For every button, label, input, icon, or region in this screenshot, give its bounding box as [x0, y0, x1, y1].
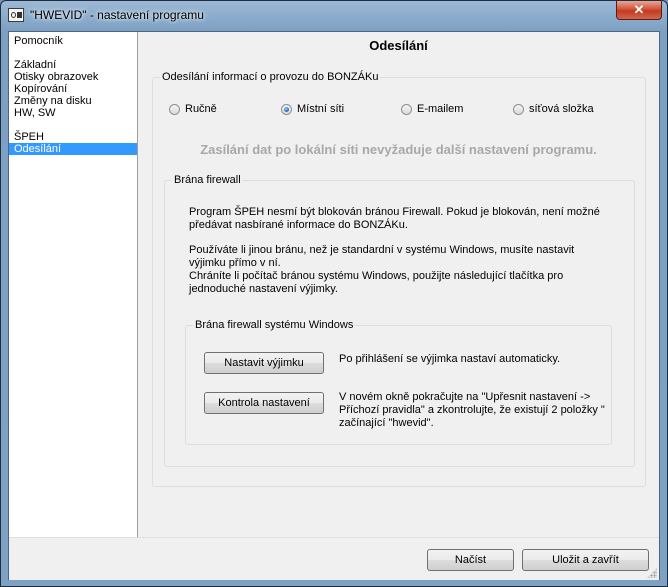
- radio-label: síťová složka: [529, 103, 594, 115]
- network-hint-text: Zasílání dat po lokální síti nevyžaduje …: [200, 142, 597, 157]
- radio-button-icon[interactable]: [169, 103, 180, 115]
- radio-button-icon[interactable]: [513, 103, 524, 115]
- radio-mistni-siti[interactable]: Místní síti: [281, 103, 344, 115]
- set-exception-description: Po přihlášení se výjimka nastaví automat…: [339, 353, 561, 365]
- windows-firewall-group: Brána firewall systému Windows Nastavit …: [185, 319, 612, 445]
- firewall-info-text: Program ŠPEH nesmí být blokován bránou F…: [189, 206, 600, 231]
- sidebar-item-otisky-obrazovek[interactable]: Otisky obrazovek: [9, 71, 137, 83]
- app-icon: [8, 8, 24, 22]
- window-title: "HWEVID" - nastavení programu: [30, 8, 204, 22]
- settings-window: "HWEVID" - nastavení programu ✕ Pomocník…: [0, 0, 668, 587]
- sidebar-item-odesilani[interactable]: Odesílání: [9, 143, 137, 155]
- footer-bar: Načíst Uložit a zavřít: [9, 537, 659, 580]
- sidebar-item-kopirovani[interactable]: Kopírování: [9, 83, 137, 95]
- sidebar-item-zmeny-na-disku[interactable]: Změny na disku: [9, 95, 137, 107]
- sidebar-item-pomocnik[interactable]: Pomocník: [9, 35, 137, 47]
- radio-label: Ručně: [185, 103, 217, 115]
- radio-sitova-slozka[interactable]: síťová složka: [513, 103, 594, 115]
- check-settings-button[interactable]: Kontrola nastavení: [204, 392, 324, 414]
- title-bar[interactable]: "HWEVID" - nastavení programu ✕: [1, 1, 667, 29]
- sidebar-item-hw-sw[interactable]: HW, SW: [9, 107, 137, 119]
- radio-button-icon[interactable]: [401, 103, 412, 115]
- load-button[interactable]: Načíst: [427, 549, 514, 571]
- radio-button-checked-icon[interactable]: [281, 103, 292, 115]
- other-firewall-text: Používáte li jinou bránu, než je standar…: [189, 244, 575, 269]
- sidebar-item-speh[interactable]: ŠPEH: [9, 131, 137, 143]
- close-button[interactable]: ✕: [616, 1, 662, 20]
- main-panel: Odesílání Odesílání informací o provozu …: [138, 32, 659, 537]
- radio-label: Místní síti: [297, 103, 345, 115]
- firewall-group: Brána firewall Program ŠPEH nesmí být bl…: [164, 174, 635, 467]
- sidebar: Pomocník Základní Otisky obrazovek Kopír…: [9, 32, 138, 537]
- radio-label: E-mailem: [417, 103, 464, 115]
- check-settings-description: V novém okně pokračujte na "Upřesnit nas…: [339, 391, 605, 429]
- firewall-legend: Brána firewall: [172, 174, 243, 187]
- send-method-legend: Odesílání informací o provozu do BONZÁKu: [160, 71, 381, 84]
- windows-firewall-text: Chráníte li počítač bránou systému Windo…: [189, 270, 564, 295]
- windows-firewall-legend: Brána firewall systému Windows: [193, 319, 356, 332]
- set-exception-button[interactable]: Nastavit výjimku: [204, 352, 324, 374]
- sidebar-item-zakladni[interactable]: Základní: [9, 59, 137, 71]
- page-title: Odesílání: [369, 38, 428, 53]
- client-area: Pomocník Základní Otisky obrazovek Kopír…: [8, 31, 660, 580]
- radio-e-mailem[interactable]: E-mailem: [401, 103, 463, 115]
- save-and-close-button[interactable]: Uložit a zavřít: [522, 549, 649, 571]
- radio-rucne[interactable]: Ručně: [169, 103, 217, 115]
